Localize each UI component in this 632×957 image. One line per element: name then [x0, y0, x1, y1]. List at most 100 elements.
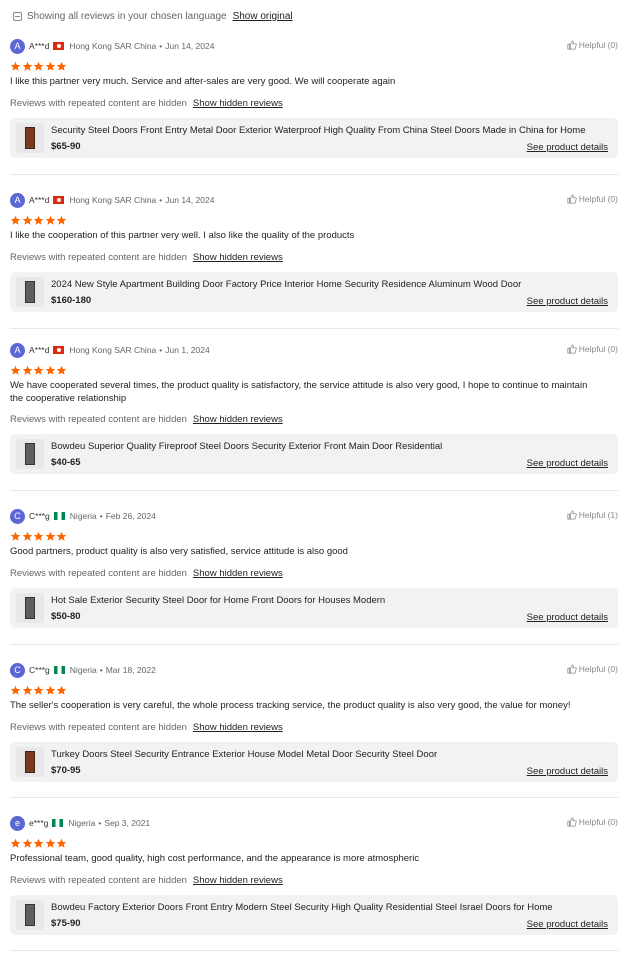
- thumbs-up-icon: [567, 40, 577, 50]
- door-icon: [25, 443, 35, 465]
- star-icon: [10, 531, 21, 541]
- avatar: A: [10, 342, 25, 358]
- review-comment: I like this partner very much. Service a…: [10, 76, 396, 87]
- review-date: Sep 3, 2021: [104, 818, 151, 828]
- see-product-details-link[interactable]: See product details: [527, 142, 608, 153]
- review-comment: Good partners, product quality is also v…: [10, 546, 348, 557]
- product-title[interactable]: 2024 New Style Apartment Building Door F…: [51, 279, 521, 290]
- reviewer-name: C***g: [29, 511, 50, 521]
- star-icon: [45, 838, 55, 848]
- review-date: Jun 1, 2024: [165, 345, 210, 355]
- helpful-count: Helpful (1): [578, 510, 618, 520]
- hidden-reviews-notice: Reviews with repeated content are hidden…: [10, 414, 618, 425]
- review-date: Feb 26, 2024: [105, 511, 156, 521]
- show-hidden-reviews-link[interactable]: Show hidden reviews: [193, 875, 283, 886]
- product-title[interactable]: Turkey Doors Steel Security Entrance Ext…: [51, 749, 437, 760]
- reviewer-country: Nigeria: [69, 665, 97, 675]
- helpful-count: Helpful (0): [578, 194, 618, 204]
- product-card[interactable]: 2024 New Style Apartment Building Door F…: [10, 271, 618, 312]
- review-comment: I like the cooperation of this partner v…: [10, 230, 355, 241]
- helpful-button[interactable]: Helpful (0): [567, 194, 618, 204]
- hidden-reviews-text: Reviews with repeated content are hidden: [10, 567, 187, 579]
- avatar: e: [10, 815, 25, 831]
- helpful-count: Helpful (0): [578, 40, 618, 50]
- product-thumbnail[interactable]: [16, 276, 44, 307]
- meta-separator: •: [159, 41, 163, 51]
- review-divider: [10, 174, 618, 175]
- show-hidden-reviews-link[interactable]: Show hidden reviews: [193, 414, 283, 425]
- hidden-reviews-notice: Reviews with repeated content are hidden…: [10, 98, 618, 109]
- product-card[interactable]: Turkey Doors Steel Security Entrance Ext…: [10, 741, 618, 782]
- hidden-reviews-notice: Reviews with repeated content are hidden…: [10, 875, 618, 886]
- product-card[interactable]: Security Steel Doors Front Entry Metal D…: [10, 117, 618, 158]
- star-icon: [10, 215, 21, 225]
- translate-icon: [13, 12, 22, 21]
- see-product-details-link[interactable]: See product details: [527, 612, 608, 623]
- country-flag-icon: [53, 196, 65, 204]
- product-thumbnail[interactable]: [16, 439, 44, 469]
- review-meta: C C***g Nigeria • Feb 26, 2024 Helpful (…: [10, 508, 618, 524]
- review-meta: A A***d Hong Kong SAR China • Jun 1, 202…: [10, 342, 618, 358]
- review-comment: We have cooperated several times, the pr…: [10, 380, 588, 404]
- review-meta: e e***g Nigeria • Sep 3, 2021 Helpful (0…: [10, 815, 618, 831]
- product-thumbnail[interactable]: [16, 899, 44, 930]
- star-icon: [10, 61, 21, 71]
- see-product-details-link[interactable]: See product details: [527, 919, 608, 930]
- see-product-details-link[interactable]: See product details: [527, 296, 608, 307]
- hidden-reviews-text: Reviews with repeated content are hidden: [10, 874, 187, 886]
- helpful-button[interactable]: Helpful (0): [567, 344, 618, 354]
- review-date: Jun 14, 2024: [165, 41, 215, 51]
- review-divider: [10, 490, 618, 491]
- thumbs-up-icon: [567, 664, 577, 674]
- show-hidden-reviews-link[interactable]: Show hidden reviews: [193, 568, 283, 579]
- product-thumbnail[interactable]: [16, 592, 44, 623]
- avatar: C: [10, 662, 25, 678]
- reviewer-country: Hong Kong SAR China: [69, 41, 157, 51]
- product-title[interactable]: Bowdeu Superior Quality Fireproof Steel …: [51, 441, 442, 452]
- product-title[interactable]: Hot Sale Exterior Security Steel Door fo…: [51, 595, 385, 606]
- product-thumbnail[interactable]: [16, 122, 44, 153]
- hidden-reviews-notice: Reviews with repeated content are hidden…: [10, 568, 618, 579]
- reviewer-name: C***g: [29, 665, 50, 675]
- review-meta: C C***g Nigeria • Mar 18, 2022 Helpful (…: [10, 662, 618, 678]
- reviewer-name: A***d: [29, 195, 50, 205]
- see-product-details-link[interactable]: See product details: [527, 766, 608, 777]
- star-icon: [45, 61, 55, 71]
- star-icon: [56, 838, 67, 848]
- review-comment: Professional team, good quality, high co…: [10, 853, 420, 864]
- product-title[interactable]: Security Steel Doors Front Entry Metal D…: [51, 125, 586, 136]
- product-card[interactable]: Bowdeu Superior Quality Fireproof Steel …: [10, 434, 618, 474]
- hidden-reviews-text: Reviews with repeated content are hidden: [10, 251, 187, 263]
- language-notice: Showing all reviews in your chosen langu…: [13, 11, 293, 22]
- star-icon: [33, 838, 44, 848]
- hidden-reviews-notice: Reviews with repeated content are hidden…: [10, 252, 618, 263]
- reviewer-name: e***g: [29, 818, 49, 828]
- show-hidden-reviews-link[interactable]: Show hidden reviews: [193, 722, 283, 733]
- helpful-count: Helpful (0): [578, 664, 618, 674]
- review-item: e e***g Nigeria • Sep 3, 2021 Helpful (0…: [10, 815, 618, 935]
- helpful-button[interactable]: Helpful (1): [567, 510, 618, 520]
- product-thumbnail[interactable]: [16, 746, 44, 777]
- helpful-button[interactable]: Helpful (0): [567, 664, 618, 674]
- star-icon: [10, 838, 21, 848]
- reviewer-name: A***d: [29, 345, 50, 355]
- review-item: A A***d Hong Kong SAR China • Jun 1, 202…: [10, 342, 618, 474]
- product-card[interactable]: Hot Sale Exterior Security Steel Door fo…: [10, 587, 618, 628]
- show-hidden-reviews-link[interactable]: Show hidden reviews: [193, 252, 283, 263]
- hidden-reviews-text: Reviews with repeated content are hidden: [10, 721, 187, 733]
- show-hidden-reviews-link[interactable]: Show hidden reviews: [193, 98, 283, 109]
- reviewer-country: Hong Kong SAR China: [69, 195, 157, 205]
- review-meta: A A***d Hong Kong SAR China • Jun 14, 20…: [10, 192, 618, 208]
- product-title[interactable]: Bowdeu Factory Exterior Doors Front Entr…: [51, 902, 553, 913]
- see-product-details-link[interactable]: See product details: [527, 458, 608, 469]
- helpful-button[interactable]: Helpful (0): [567, 817, 618, 827]
- country-flag-icon: [53, 666, 65, 674]
- product-price: $75-90: [51, 917, 81, 929]
- hidden-reviews-text: Reviews with repeated content are hidden: [10, 97, 187, 109]
- star-icon: [33, 365, 44, 375]
- meta-separator: •: [159, 345, 163, 355]
- helpful-button[interactable]: Helpful (0): [567, 40, 618, 50]
- product-card[interactable]: Bowdeu Factory Exterior Doors Front Entr…: [10, 894, 618, 935]
- star-icon: [33, 531, 44, 541]
- show-original-link[interactable]: Show original: [233, 11, 293, 22]
